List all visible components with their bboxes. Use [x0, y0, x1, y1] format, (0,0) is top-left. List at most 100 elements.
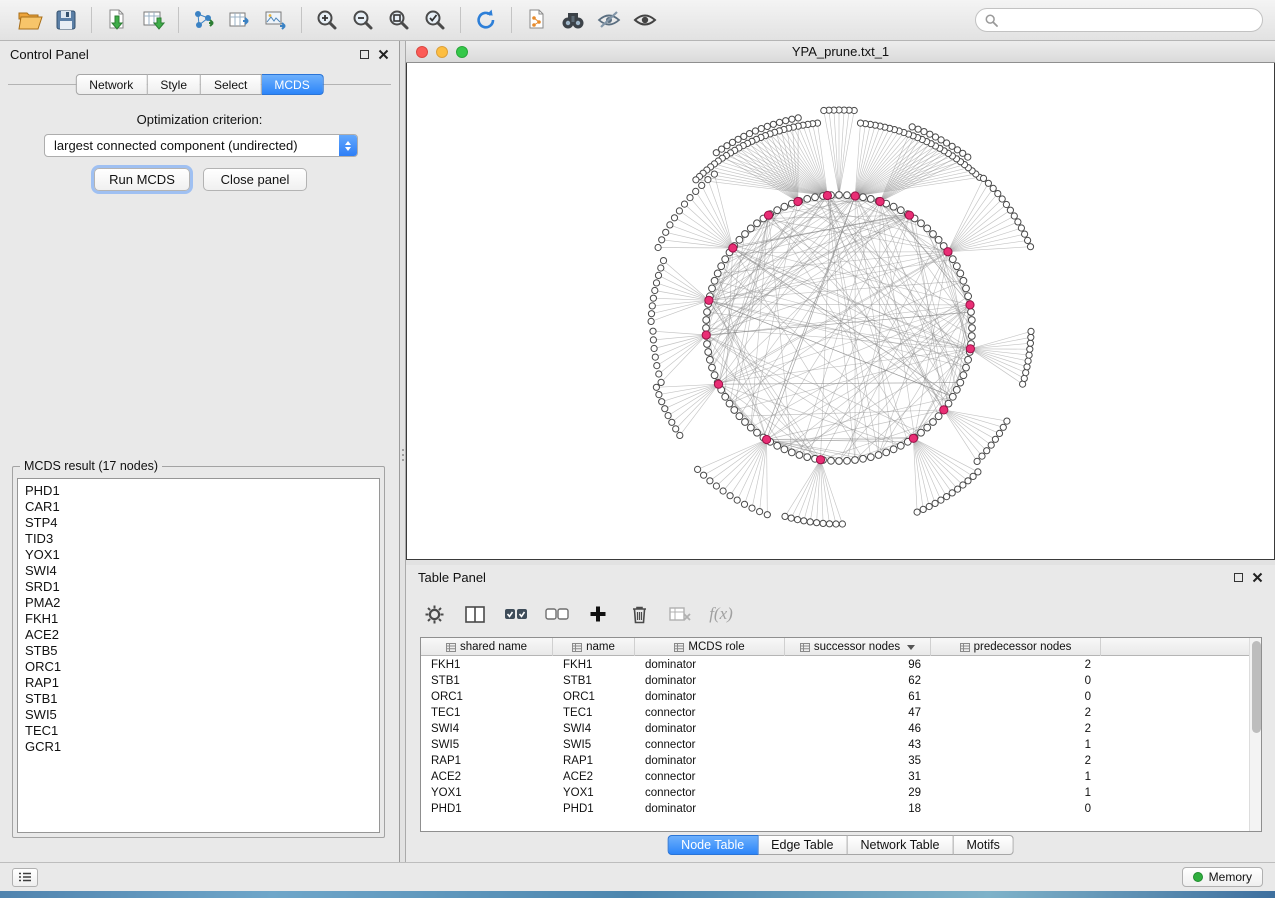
close-window-icon[interactable] [416, 46, 428, 58]
table-panel-tab[interactable]: Motifs [953, 835, 1013, 855]
sort-chevron-icon[interactable] [907, 645, 915, 650]
mcds-result-item[interactable]: SRD1 [25, 579, 379, 595]
table-panel-tab[interactable]: Network Table [848, 835, 954, 855]
delete-column-trash-icon[interactable] [627, 602, 651, 626]
control-panel-tab[interactable]: Network [75, 74, 147, 95]
application-window: Control Panel NetworkStyleSelectMCDS Opt… [0, 0, 1275, 891]
clone-network-icon[interactable] [519, 5, 555, 35]
zoom-out-icon[interactable] [345, 5, 381, 35]
mcds-result-item[interactable]: ORC1 [25, 659, 379, 675]
close-panel-icon[interactable] [378, 49, 389, 60]
search-input[interactable] [1004, 13, 1253, 27]
mcds-result-item[interactable]: PHD1 [25, 483, 379, 499]
table-row[interactable]: ORC1 ORC1 dominator 61 0 [421, 689, 1249, 705]
open-file-icon[interactable] [12, 5, 48, 35]
dropdown-stepper-icon [339, 135, 357, 156]
network-window-titlebar[interactable]: YPA_prune.txt_1 [406, 41, 1275, 63]
zoom-in-icon[interactable] [309, 5, 345, 35]
mcds-result-item[interactable]: STB1 [25, 691, 379, 707]
table-row[interactable]: PHD1 PHD1 dominator 18 0 [421, 801, 1249, 817]
save-icon[interactable] [48, 5, 84, 35]
mcds-result-item[interactable]: PMA2 [25, 595, 379, 611]
control-panel: Control Panel NetworkStyleSelectMCDS Opt… [0, 41, 400, 862]
memory-button[interactable]: Memory [1182, 867, 1263, 887]
mcds-result-item[interactable]: SWI4 [25, 563, 379, 579]
import-network-file-icon[interactable] [99, 5, 135, 35]
run-mcds-button[interactable]: Run MCDS [94, 168, 190, 191]
close-panel-button[interactable]: Close panel [203, 168, 307, 191]
float-panel-icon[interactable] [360, 50, 369, 59]
column-header[interactable]: successor nodes [785, 638, 931, 656]
maximize-window-icon[interactable] [456, 46, 468, 58]
mcds-result-list[interactable]: PHD1CAR1STP4TID3YOX1SWI4SRD1PMA2FKH1ACE2… [17, 478, 380, 833]
optimization-criterion-label: Optimization criterion: [0, 112, 399, 127]
show-columns-icon[interactable] [463, 602, 487, 626]
mcds-result-item[interactable]: YOX1 [25, 547, 379, 563]
node-table: shared name name MCDS role [420, 637, 1262, 832]
mcds-result-item[interactable]: TEC1 [25, 723, 379, 739]
table-row[interactable]: YOX1 YOX1 connector 29 1 [421, 785, 1249, 801]
mcds-result-item[interactable]: SWI5 [25, 707, 379, 723]
column-header[interactable]: shared name [421, 638, 553, 656]
float-table-panel-icon[interactable] [1234, 573, 1243, 582]
show-graphics-eye-icon[interactable] [627, 5, 663, 35]
table-row[interactable]: TEC1 TEC1 connector 47 2 [421, 705, 1249, 721]
column-type-icon [446, 643, 456, 652]
table-body: FKH1 FKH1 dominator 96 2 STB1 STB1 domin… [421, 657, 1249, 831]
mcds-result-item[interactable]: STP4 [25, 515, 379, 531]
table-header-row: shared name name MCDS role [421, 638, 1261, 656]
control-panel-tab[interactable]: Select [201, 74, 261, 95]
minimize-window-icon[interactable] [436, 46, 448, 58]
import-table-file-icon[interactable] [135, 5, 171, 35]
toolbar-separator [178, 7, 179, 33]
mcds-result-item[interactable]: GCR1 [25, 739, 379, 755]
column-header[interactable]: name [553, 638, 635, 656]
column-header[interactable]: MCDS role [635, 638, 785, 656]
control-panel-tab[interactable]: Style [147, 74, 201, 95]
select-all-icon[interactable] [504, 602, 528, 626]
mcds-result-item[interactable]: CAR1 [25, 499, 379, 515]
table-panel: Table Panel [406, 565, 1275, 862]
list-icon [18, 872, 32, 882]
zoom-fit-icon[interactable] [381, 5, 417, 35]
control-panel-tab[interactable]: MCDS [261, 74, 323, 95]
table-scrollbar[interactable] [1249, 638, 1261, 831]
refresh-icon[interactable] [468, 5, 504, 35]
mcds-result-item[interactable]: FKH1 [25, 611, 379, 627]
network-graph[interactable] [407, 63, 1274, 559]
export-image-icon[interactable] [258, 5, 294, 35]
table-header-columns: shared name name MCDS role [421, 638, 1101, 655]
mcds-result-item[interactable]: RAP1 [25, 675, 379, 691]
column-header[interactable]: predecessor nodes [931, 638, 1101, 656]
table-row[interactable]: SWI4 SWI4 dominator 46 2 [421, 721, 1249, 737]
table-settings-gear-icon[interactable] [422, 602, 446, 626]
find-binoculars-icon[interactable] [555, 5, 591, 35]
network-canvas[interactable] [406, 63, 1275, 560]
mcds-result-item[interactable]: TID3 [25, 531, 379, 547]
style-eye-slash-icon[interactable] [591, 5, 627, 35]
table-panel-tab[interactable]: Node Table [667, 835, 758, 855]
table-row[interactable]: STB1 STB1 dominator 62 0 [421, 673, 1249, 689]
close-table-panel-icon[interactable] [1252, 572, 1263, 583]
table-panel-tab[interactable]: Edge Table [758, 835, 847, 855]
table-panel-tabs: Node TableEdge TableNetwork TableMotifs [667, 835, 1014, 855]
mcds-result-item[interactable]: ACE2 [25, 627, 379, 643]
zoom-selected-icon[interactable] [417, 5, 453, 35]
table-row[interactable]: RAP1 RAP1 dominator 35 2 [421, 753, 1249, 769]
table-row[interactable]: FKH1 FKH1 dominator 96 2 [421, 657, 1249, 673]
status-bar: Memory [0, 862, 1275, 891]
add-column-plus-icon[interactable] [586, 602, 610, 626]
deselect-all-icon[interactable] [545, 602, 569, 626]
export-table-icon[interactable] [222, 5, 258, 35]
mcds-result-item[interactable]: STB5 [25, 643, 379, 659]
scrollbar-thumb[interactable] [1252, 641, 1261, 733]
memory-label: Memory [1209, 870, 1252, 884]
table-row[interactable]: SWI5 SWI5 connector 43 1 [421, 737, 1249, 753]
table-row[interactable]: ACE2 ACE2 connector 31 1 [421, 769, 1249, 785]
mcds-result-group: MCDS result (17 nodes) PHD1CAR1STP4TID3Y… [12, 466, 385, 838]
export-network-icon[interactable] [186, 5, 222, 35]
criterion-dropdown[interactable]: largest connected component (undirected) [44, 134, 358, 157]
main-toolbar [0, 0, 1275, 41]
show-panels-menu-button[interactable] [12, 868, 38, 887]
delete-table-icon-disabled [668, 602, 692, 626]
